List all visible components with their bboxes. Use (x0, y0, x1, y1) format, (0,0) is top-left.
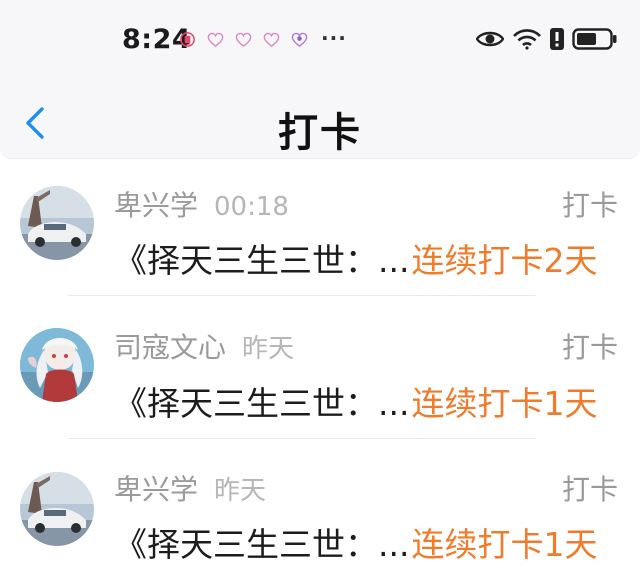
system-icons (476, 28, 618, 50)
book-title[interactable]: 《择天三生三世：... (114, 518, 409, 566)
heart-outline-icon (207, 32, 224, 47)
heart-outline-icon (235, 32, 252, 47)
page-title: 打卡 (278, 110, 362, 156)
avatar[interactable] (20, 472, 94, 546)
streak-label: 连续打卡1天 (411, 384, 598, 423)
streak-label: 连续打卡2天 (411, 241, 598, 280)
streak-label: 连续打卡1天 (411, 525, 598, 564)
eye-icon (476, 31, 504, 47)
user-name[interactable]: 卑兴学 (114, 184, 198, 224)
list-item[interactable]: 司寇文心 昨天 打卡 《择天三生三世：... 连续打卡1天 (0, 301, 640, 443)
car-photo-avatar (20, 472, 94, 546)
avatar[interactable] (20, 328, 94, 402)
wifi-icon (513, 29, 541, 50)
action-label: 打卡 (561, 473, 618, 506)
timestamp: 00:18 (214, 192, 289, 222)
user-name[interactable]: 卑兴学 (114, 468, 198, 508)
car-photo-avatar (20, 186, 94, 260)
user-name[interactable]: 司寇文心 (114, 326, 226, 366)
checkin-content: 《择天三生三世：... 连续打卡1天 (114, 377, 624, 425)
checkin-content: 《择天三生三世：... 连续打卡1天 (114, 518, 624, 566)
battery-icon (572, 28, 617, 50)
divider (68, 295, 536, 296)
timestamp: 昨天 (242, 334, 295, 364)
notification-badge-icon (180, 32, 195, 47)
name-line: 卑兴学 00:18 (114, 184, 289, 224)
book-title[interactable]: 《择天三生三世：... (114, 377, 409, 425)
heart-outline-icon (263, 32, 280, 47)
nav-bar: 打卡 (0, 86, 640, 159)
checkin-content: 《择天三生三世：... 连续打卡2天 (114, 234, 624, 282)
list-item[interactable]: 卑兴学 00:18 打卡 《择天三生三世：... 连续打卡2天 (0, 160, 640, 302)
name-line: 卑兴学 昨天 (114, 468, 266, 508)
name-line: 司寇文心 昨天 (114, 326, 294, 366)
notification-icons (178, 31, 309, 48)
timestamp: 昨天 (214, 476, 267, 506)
divider (68, 438, 536, 439)
book-title[interactable]: 《择天三生三世：... (114, 234, 409, 282)
avatar[interactable] (20, 186, 94, 260)
action-label: 打卡 (561, 331, 618, 364)
more-notifications-indicator: ··· (321, 26, 347, 50)
list-item[interactable]: 卑兴学 昨天 打卡 《择天三生三世：... 连续打卡1天 (0, 444, 640, 586)
heart-sparkle-icon (291, 32, 308, 47)
anime-girl-avatar (20, 328, 94, 402)
alert-icon (550, 28, 564, 50)
action-label: 打卡 (561, 189, 618, 222)
status-bar: 8:24 ··· (0, 0, 640, 86)
